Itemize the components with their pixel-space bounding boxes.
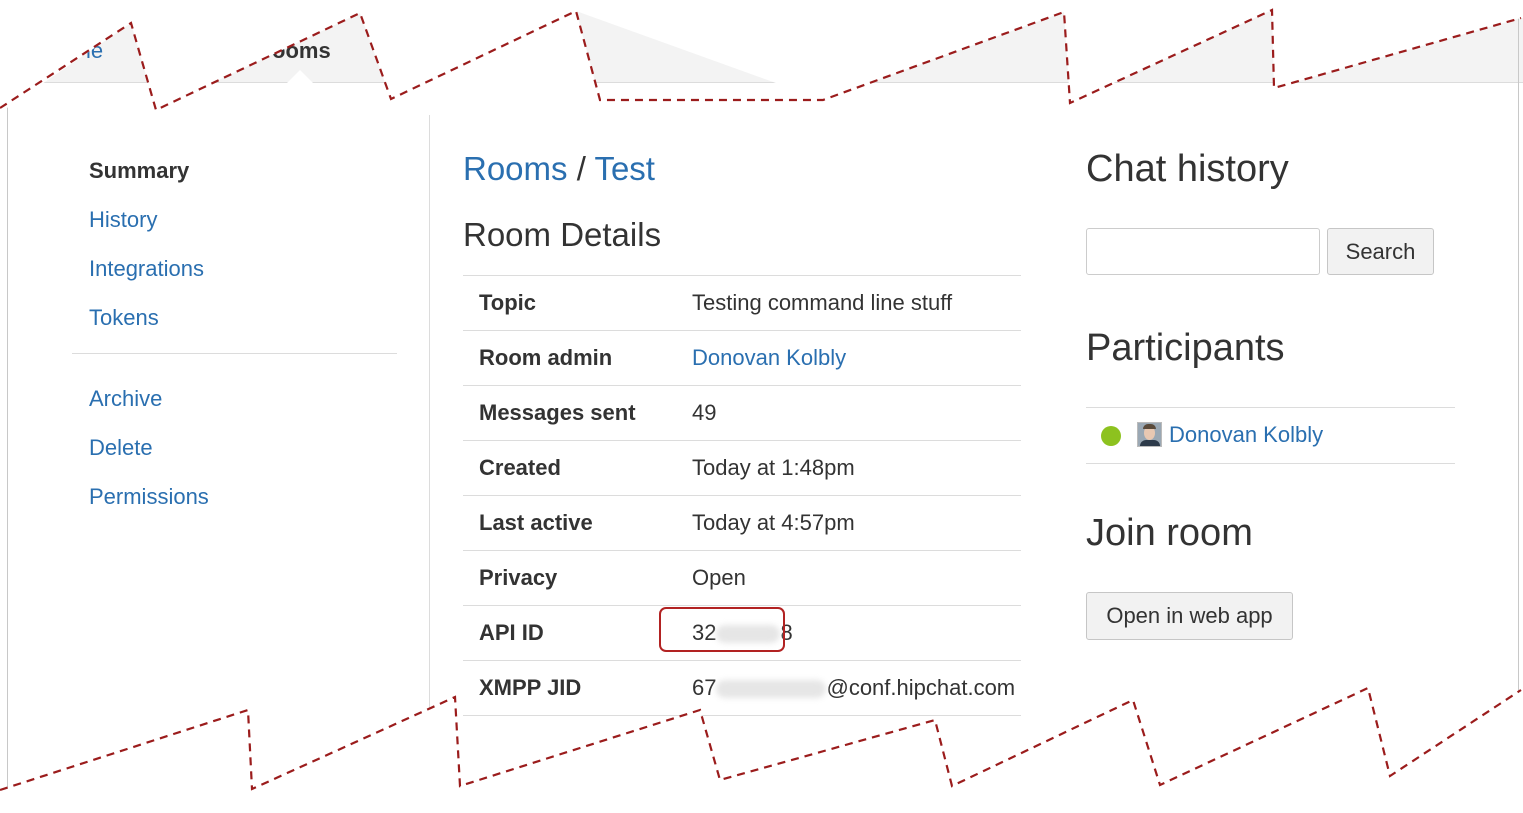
join-room-heading: Join room [1086, 512, 1253, 554]
table-row: XMPP JID 67 @conf.hipchat.com [463, 660, 1021, 716]
table-row: Privacy Open [463, 550, 1021, 606]
api-id-highlight [659, 607, 785, 652]
room-admin-label: Room admin [463, 330, 692, 386]
search-button[interactable]: Search [1327, 228, 1434, 275]
created-value: Today at 1:48pm [692, 440, 1021, 496]
privacy-value: Open [692, 550, 1021, 606]
room-sidebar: Summary History Integrations Tokens Arch… [72, 150, 397, 525]
breadcrumb-rooms-link[interactable]: Rooms [463, 150, 568, 187]
frame-left-border [7, 82, 8, 792]
sidebar-separator [429, 115, 430, 715]
list-item: Donovan Kolbly [1086, 407, 1455, 464]
sidebar-divider [72, 353, 397, 354]
sidebar-item-delete[interactable]: Delete [72, 427, 397, 476]
open-web-app-button[interactable]: Open in web app [1086, 592, 1293, 640]
xmpp-jid-suffix: @conf.hipchat.com [826, 675, 1016, 700]
breadcrumb-room-link[interactable]: Test [594, 150, 655, 187]
table-row: Created Today at 1:48pm [463, 440, 1021, 496]
participants-heading: Participants [1086, 327, 1285, 369]
xmpp-jid-value: 67 @conf.hipchat.com [692, 660, 1021, 716]
messages-sent-label: Messages sent [463, 385, 692, 441]
top-navigation: ie ooms [0, 0, 1523, 83]
avatar[interactable] [1137, 422, 1162, 447]
participant-name-link[interactable]: Donovan Kolbly [1169, 422, 1323, 448]
xmpp-jid-redaction [716, 680, 827, 699]
last-active-label: Last active [463, 495, 692, 551]
room-admin-link[interactable]: Donovan Kolbly [692, 330, 1021, 386]
api-id-label: API ID [463, 605, 692, 661]
last-active-value: Today at 4:57pm [692, 495, 1021, 551]
privacy-label: Privacy [463, 550, 692, 606]
xmpp-jid-label: XMPP JID [463, 660, 692, 716]
nav-item-rooms[interactable]: ooms [272, 38, 331, 64]
breadcrumb: Rooms / Test [463, 150, 655, 188]
nav-item-home[interactable]: ie [86, 38, 103, 64]
table-row: Messages sent 49 [463, 385, 1021, 441]
table-row: Last active Today at 4:57pm [463, 495, 1021, 551]
table-row: Topic Testing command line stuff [463, 275, 1021, 331]
sidebar-item-summary[interactable]: Summary [72, 150, 397, 199]
sidebar-item-permissions[interactable]: Permissions [72, 476, 397, 525]
chat-history-heading: Chat history [1086, 148, 1289, 190]
breadcrumb-separator: / [576, 150, 586, 187]
sidebar-item-integrations[interactable]: Integrations [72, 248, 397, 297]
topic-value: Testing command line stuff [692, 275, 1021, 331]
online-status-icon [1101, 426, 1121, 446]
sidebar-item-archive[interactable]: Archive [72, 378, 397, 427]
frame-right-border [1518, 0, 1519, 810]
messages-sent-value: 49 [692, 385, 1021, 441]
room-details-heading: Room Details [463, 216, 662, 253]
xmpp-jid-prefix: 67 [692, 675, 717, 700]
created-label: Created [463, 440, 692, 496]
sidebar-item-tokens[interactable]: Tokens [72, 297, 397, 346]
chat-search-input[interactable] [1086, 228, 1320, 275]
table-row: Room admin Donovan Kolbly [463, 330, 1021, 386]
sidebar-item-history[interactable]: History [72, 199, 397, 248]
topic-label: Topic [463, 275, 692, 331]
active-tab-caret [287, 70, 313, 83]
